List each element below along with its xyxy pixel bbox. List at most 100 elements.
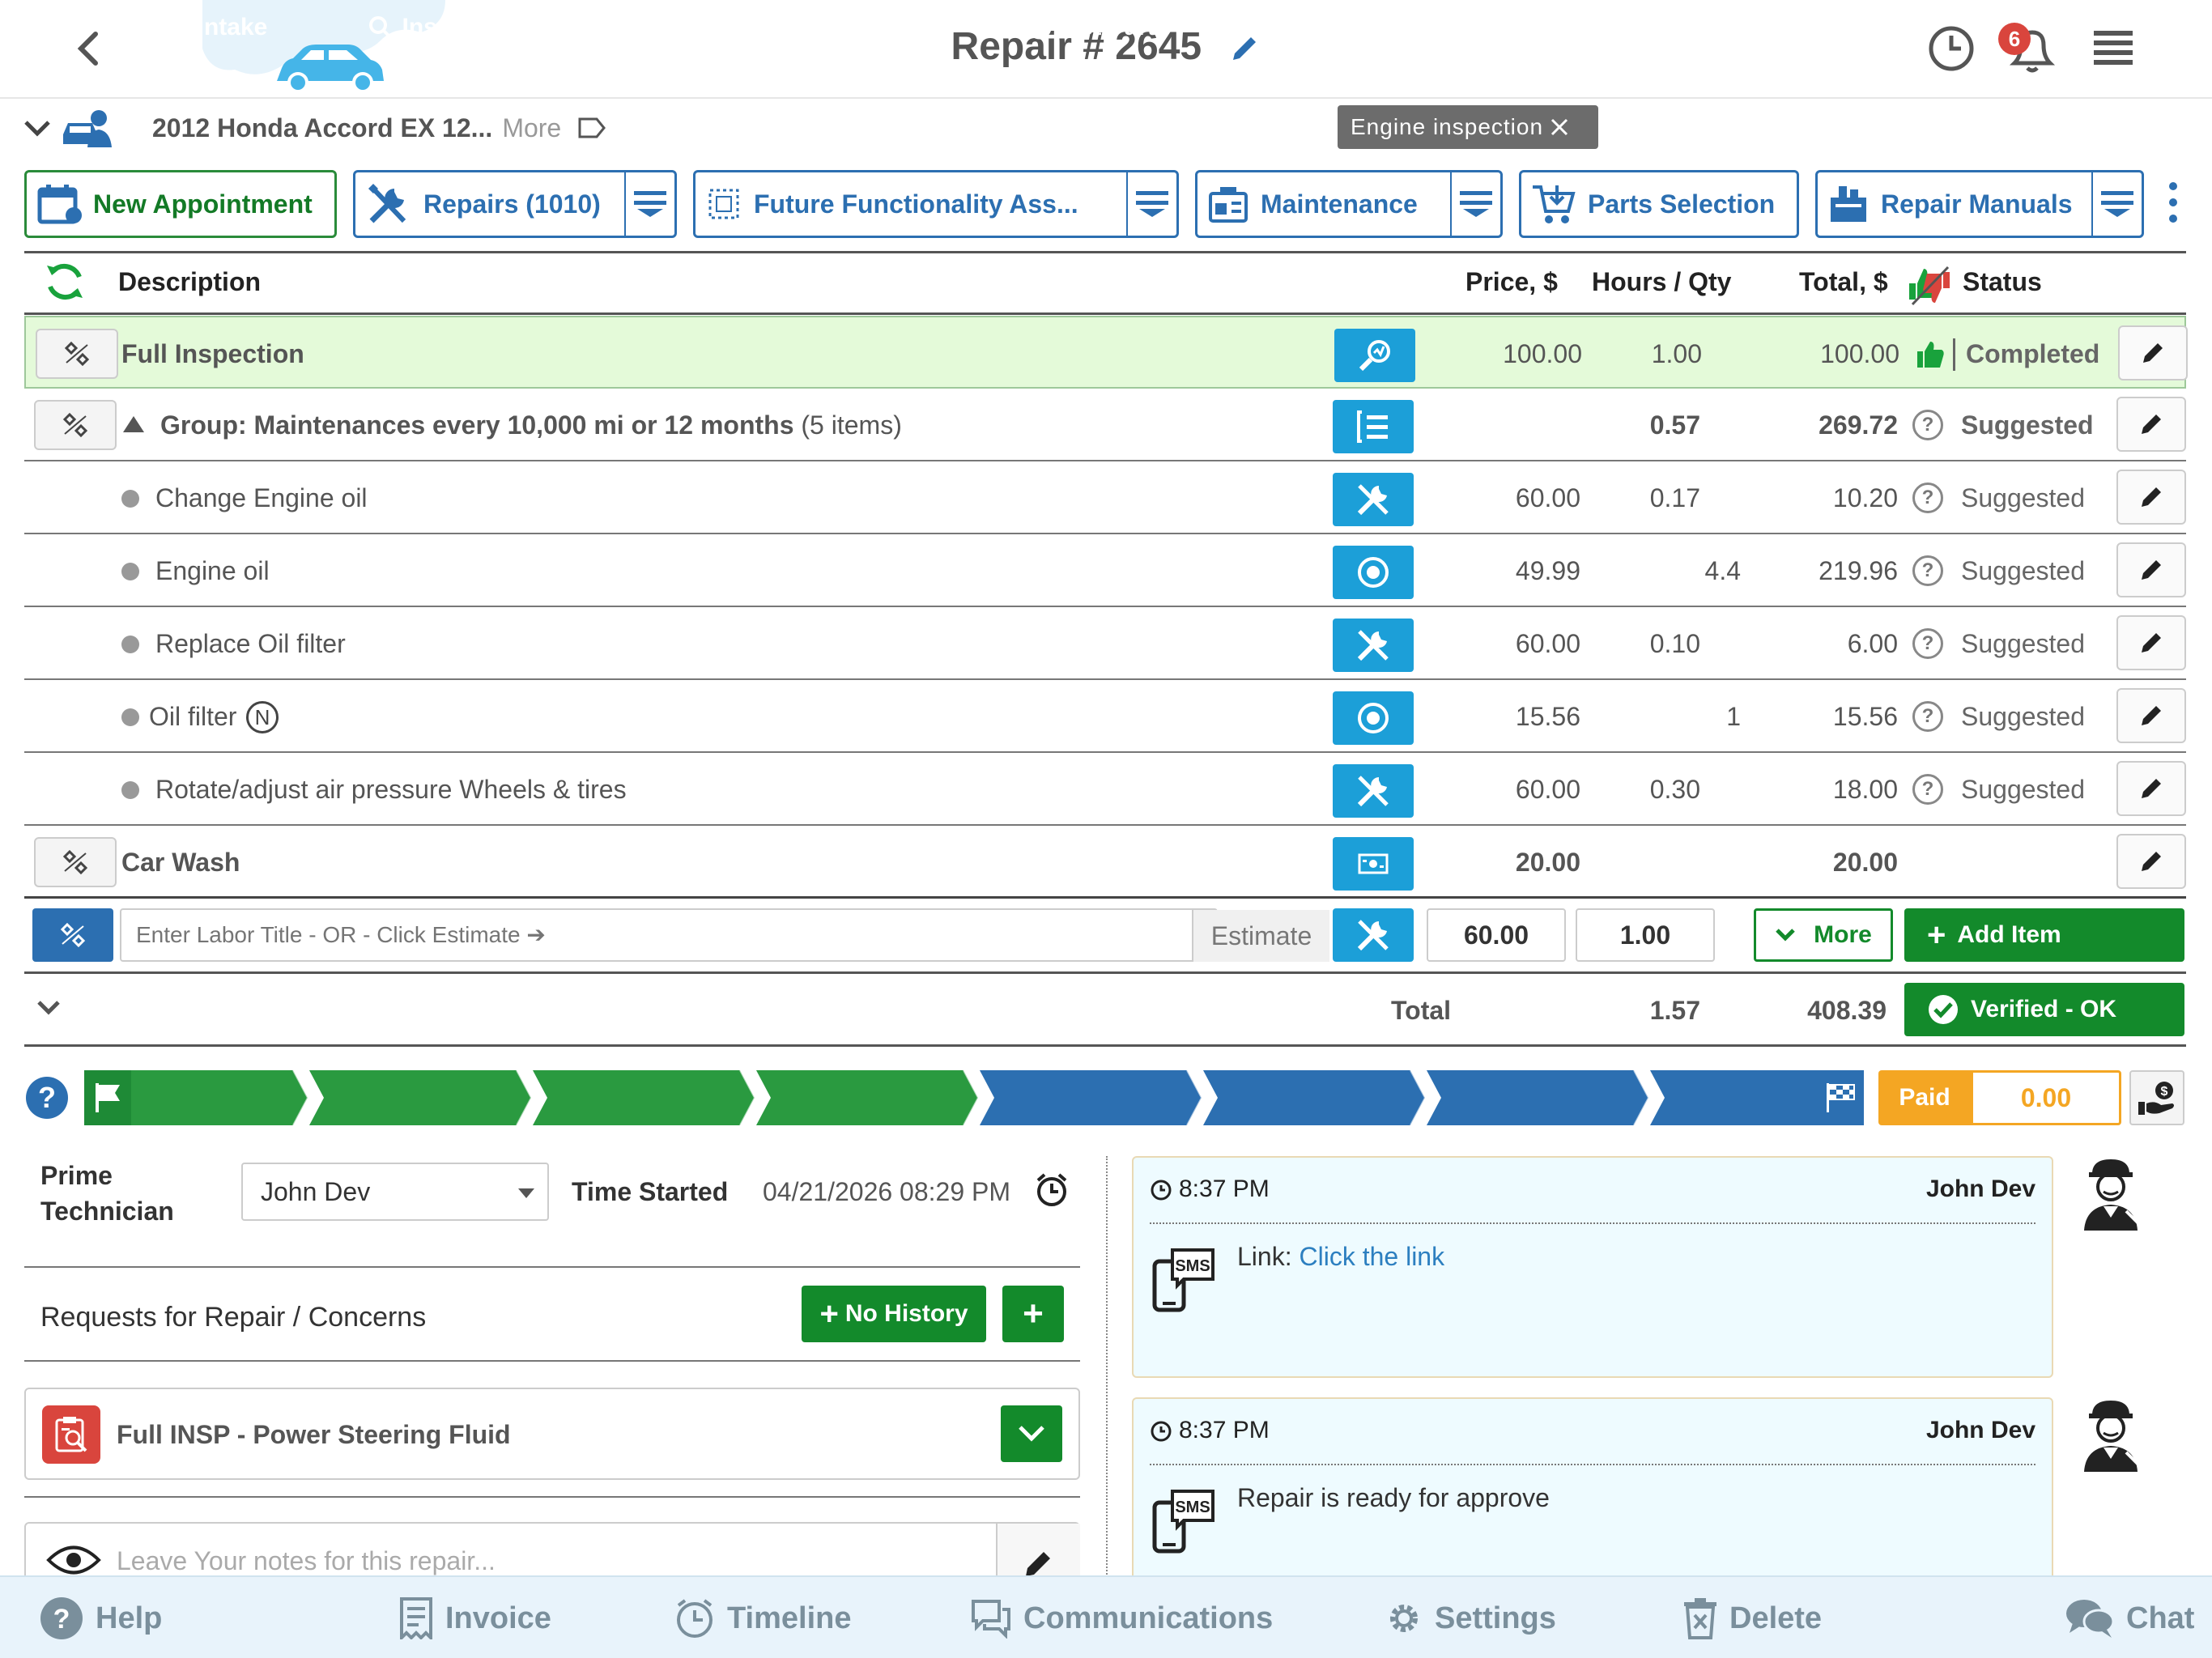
- workflow-help-icon[interactable]: ?: [24, 1075, 70, 1120]
- close-icon[interactable]: [1550, 117, 1569, 137]
- step-get-parts[interactable]: Get Parts: [994, 0, 1202, 55]
- delete-button[interactable]: Delete: [1682, 1577, 1822, 1658]
- question-icon: ?: [1912, 628, 1943, 659]
- customer-car-icon[interactable]: [60, 105, 113, 151]
- table-header-rule: [24, 312, 2186, 315]
- step-staging[interactable]: Staging: [1218, 0, 1425, 55]
- flag-icon[interactable]: [94, 1082, 123, 1114]
- labor-price-input[interactable]: [1427, 908, 1566, 962]
- eye-icon[interactable]: [45, 1541, 102, 1579]
- message-time: 8:37 PM: [1150, 1175, 1270, 1203]
- finish-flag-icon[interactable]: [1825, 1082, 1856, 1114]
- edit-row-button[interactable]: [2116, 761, 2186, 816]
- part-icon[interactable]: [1333, 546, 1414, 599]
- step-labor[interactable]: Labor: [1441, 0, 1648, 55]
- new-appointment-button[interactable]: New Appointment: [24, 170, 337, 238]
- table-row[interactable]: Change Engine oil 60.00 0.17 10.20 ? Sug…: [24, 461, 2186, 534]
- labor-tools-icon[interactable]: [1333, 473, 1414, 526]
- no-history-button[interactable]: + No History: [802, 1286, 986, 1342]
- help-button[interactable]: ? Help: [39, 1577, 162, 1658]
- settings-button[interactable]: Settings: [1385, 1577, 1556, 1658]
- engine-inspection-chip[interactable]: Engine inspection: [1338, 105, 1598, 149]
- group-count: (5 items): [801, 410, 902, 440]
- maintenance-menu-icon[interactable]: [1450, 172, 1500, 236]
- table-row[interactable]: Engine oil 49.99 4.4 219.96 ? Suggested: [24, 534, 2186, 607]
- step-deliver[interactable]: $ Deliver: [1665, 0, 1827, 55]
- future-menu-icon[interactable]: [1126, 172, 1176, 236]
- verified-ok-button[interactable]: Verified - OK: [1904, 983, 2184, 1036]
- paid-amount[interactable]: 0.00: [1971, 1070, 2121, 1125]
- collapse-totals-icon[interactable]: [36, 997, 62, 1018]
- edit-row-button[interactable]: [2116, 542, 2186, 597]
- inspection-clipboard-icon: [42, 1405, 100, 1464]
- table-row[interactable]: Car Wash 20.00 20.00: [24, 826, 2186, 899]
- manuals-menu-icon[interactable]: [2091, 172, 2142, 236]
- link-icon[interactable]: [34, 400, 117, 450]
- invoice-button[interactable]: Invoice: [398, 1577, 551, 1658]
- add-item-button[interactable]: + Add Item: [1904, 908, 2184, 962]
- link-icon[interactable]: [34, 837, 117, 887]
- step-intake[interactable]: Intake: [131, 0, 293, 55]
- inspection-icon[interactable]: [1334, 329, 1415, 382]
- hamburger-menu-icon[interactable]: [2094, 29, 2133, 65]
- step-approve[interactable]: Approve: [771, 0, 978, 55]
- collapse-up-icon[interactable]: [121, 414, 146, 434]
- expand-concern-button[interactable]: [1001, 1405, 1062, 1462]
- more-vertical-icon[interactable]: [2167, 180, 2180, 225]
- labor-hours-input[interactable]: [1576, 908, 1715, 962]
- message-card[interactable]: 8:37 PM John Dev SMS Link: Click the lin…: [1132, 1156, 2053, 1378]
- chat-bubbles-icon: [972, 1600, 1010, 1639]
- chat-button[interactable]: Chat: [2065, 1577, 2194, 1658]
- edit-row-button[interactable]: [2116, 470, 2186, 525]
- payment-button[interactable]: $: [2129, 1070, 2184, 1125]
- repairs-button[interactable]: Repairs (1010): [353, 170, 677, 238]
- timeline-button[interactable]: Timeline: [674, 1577, 851, 1658]
- link-icon[interactable]: [36, 329, 118, 379]
- group-list-icon[interactable]: [1333, 400, 1414, 453]
- message-card[interactable]: 8:37 PM John Dev SMS Repair is ready for…: [1132, 1397, 2053, 1584]
- table-row[interactable]: Rotate/adjust air pressure Wheels & tire…: [24, 753, 2186, 826]
- labor-type-button[interactable]: [1333, 908, 1414, 962]
- step-inspect[interactable]: Inspect: [324, 0, 531, 55]
- part-icon[interactable]: [1333, 691, 1414, 745]
- table-row[interactable]: Full Inspection 100.00 1.00 100.00 Compl…: [24, 316, 2188, 389]
- row-total: 10.20: [1832, 483, 1898, 512]
- repair-manuals-button[interactable]: Repair Manuals: [1815, 170, 2144, 238]
- estimate-button[interactable]: Estimate: [1192, 910, 1329, 962]
- vehicle-more-link[interactable]: More: [502, 113, 561, 143]
- edit-row-button[interactable]: [2118, 325, 2188, 380]
- panel-divider: [1106, 1156, 1108, 1577]
- edit-row-button[interactable]: [2116, 688, 2186, 743]
- concern-card[interactable]: Full INSP - Power Steering Fluid: [24, 1388, 1080, 1480]
- parts-selection-button[interactable]: Parts Selection: [1519, 170, 1799, 238]
- more-options-button[interactable]: More: [1754, 908, 1893, 962]
- add-concern-button[interactable]: +: [1002, 1286, 1064, 1342]
- refresh-icon[interactable]: [42, 259, 87, 304]
- labor-tools-icon[interactable]: [1333, 764, 1414, 818]
- table-row[interactable]: Oil filter N 15.56 1 15.56 ? Suggested: [24, 680, 2186, 753]
- message-link[interactable]: Click the link: [1299, 1242, 1444, 1271]
- bullet: [121, 636, 139, 653]
- row-price: 49.99: [1515, 556, 1580, 585]
- row-description: Full Inspection: [121, 339, 304, 368]
- table-row[interactable]: Replace Oil filter 60.00 0.10 6.00 ? Sug…: [24, 607, 2186, 680]
- technician-select[interactable]: John Dev: [241, 1163, 549, 1221]
- fee-icon[interactable]: [1333, 837, 1414, 891]
- alarm-clock-icon[interactable]: [1035, 1172, 1069, 1208]
- table-row[interactable]: Group: Maintenances every 10,000 mi or 1…: [24, 389, 2186, 461]
- maintenance-button[interactable]: Maintenance: [1195, 170, 1503, 238]
- communications-button[interactable]: Communications: [970, 1577, 1273, 1658]
- step-estimate[interactable]: Estimate: [547, 0, 755, 55]
- chevron-down-icon[interactable]: [23, 116, 52, 140]
- clock-icon[interactable]: [1927, 24, 1976, 73]
- vehicle-name[interactable]: 2012 Honda Accord EX 12...: [152, 113, 492, 143]
- tag-icon[interactable]: [577, 116, 606, 140]
- future-functionality-button[interactable]: Future Functionality Ass...: [693, 170, 1179, 238]
- labor-title-input[interactable]: [120, 908, 1218, 962]
- link-toggle-button[interactable]: [32, 908, 113, 962]
- edit-row-button[interactable]: [2116, 834, 2186, 889]
- edit-row-button[interactable]: [2116, 397, 2186, 452]
- edit-row-button[interactable]: [2116, 615, 2186, 670]
- labor-tools-icon[interactable]: [1333, 619, 1414, 672]
- repairs-menu-icon[interactable]: [624, 172, 674, 236]
